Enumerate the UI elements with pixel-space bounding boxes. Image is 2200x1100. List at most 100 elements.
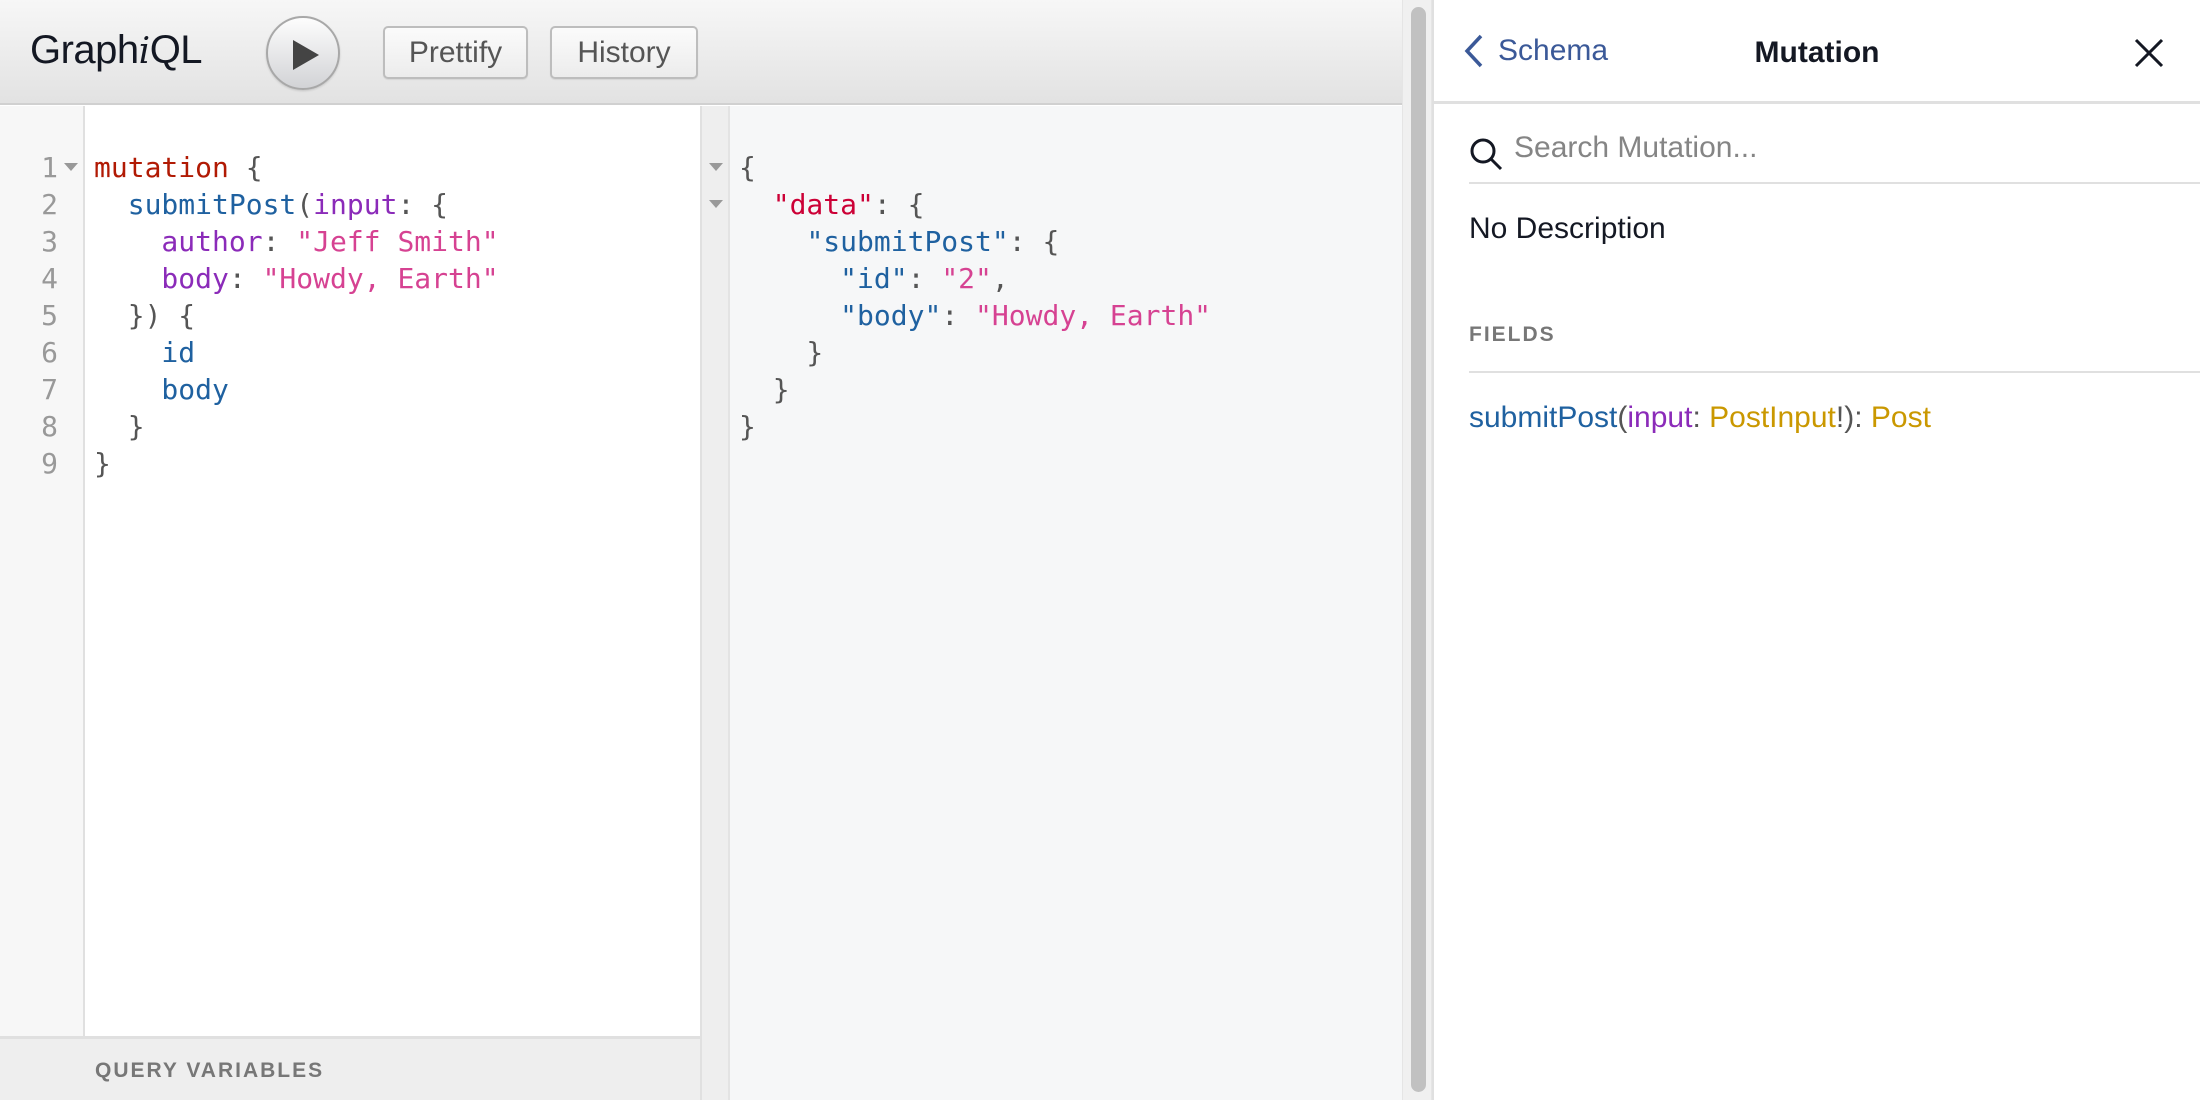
code-token: body bbox=[94, 373, 229, 406]
search-icon bbox=[1470, 138, 1503, 171]
code-token: : bbox=[907, 262, 942, 295]
code-token: } bbox=[94, 410, 145, 443]
code-line: mutation { bbox=[94, 149, 499, 186]
code-token: } bbox=[739, 410, 756, 443]
field-item: submitPost(input: PostInput!): Post bbox=[1469, 401, 1931, 435]
fields-section-title: FIELDS bbox=[1469, 323, 1556, 346]
query-variables-title[interactable]: QUERY VARIABLES bbox=[95, 1059, 324, 1083]
history-button[interactable]: History bbox=[550, 26, 698, 79]
code-token: author bbox=[94, 225, 263, 258]
code-line: body: "Howdy, Earth" bbox=[94, 260, 499, 297]
field-arg-type-link[interactable]: PostInput bbox=[1709, 401, 1836, 434]
logo-italic: i bbox=[138, 31, 151, 72]
code-token: : { bbox=[1008, 225, 1060, 258]
result-line: { bbox=[739, 149, 1211, 186]
code-token: }) { bbox=[94, 299, 196, 332]
line-number: 5 bbox=[41, 299, 58, 332]
line-number: 1 bbox=[41, 151, 58, 184]
code-token: "id" bbox=[840, 262, 908, 295]
field-return-type-link[interactable]: Post bbox=[1871, 401, 1931, 434]
code-token: "2" bbox=[941, 262, 992, 295]
docs-explorer: Schema Mutation No Description FIELDS su… bbox=[1432, 0, 2200, 1100]
line-number: 8 bbox=[41, 410, 58, 443]
docs-title: Mutation bbox=[1754, 36, 1880, 69]
code-line: submitPost(input: { bbox=[94, 186, 499, 223]
result-line: "body": "Howdy, Earth" bbox=[739, 297, 1211, 334]
code-line: id bbox=[94, 334, 499, 371]
prettify-button[interactable]: Prettify bbox=[383, 26, 528, 79]
code-token: body bbox=[94, 262, 229, 295]
field-close: ): bbox=[1844, 401, 1871, 434]
code-token: ( bbox=[296, 188, 314, 221]
field-non-null: ! bbox=[1835, 401, 1845, 434]
scrollbar[interactable] bbox=[1402, 0, 1432, 1100]
result-line: } bbox=[739, 334, 1211, 371]
field-colon: : bbox=[1692, 401, 1710, 434]
code-token: : bbox=[262, 225, 297, 258]
scrollbar-thumb[interactable] bbox=[1411, 7, 1426, 1092]
code-token: "submitPost" bbox=[806, 225, 1009, 258]
code-token: } bbox=[94, 447, 111, 480]
code-token: "Howdy, Earth" bbox=[975, 299, 1212, 332]
logo-suffix: QL bbox=[149, 28, 203, 72]
search-input[interactable] bbox=[1514, 126, 2194, 170]
code-token: { bbox=[739, 151, 756, 184]
field-paren: ( bbox=[1617, 401, 1628, 434]
query-code[interactable]: mutation { submitPost(input: { author: "… bbox=[94, 149, 499, 482]
result-line: "id": "2", bbox=[739, 260, 1211, 297]
result-line: } bbox=[739, 371, 1211, 408]
toolbar: GraphiQL Prettify History bbox=[0, 0, 1402, 105]
code-token: input bbox=[313, 188, 398, 221]
field-arg-name: input bbox=[1627, 401, 1693, 434]
fields-divider bbox=[1469, 371, 2200, 373]
code-token: "Howdy, Earth" bbox=[262, 262, 499, 295]
result-line: "data": { bbox=[739, 186, 1211, 223]
app-logo: GraphiQL bbox=[30, 28, 203, 73]
close-icon[interactable] bbox=[2134, 38, 2164, 68]
results-fold-arrows bbox=[708, 162, 724, 209]
code-token: "Jeff Smith" bbox=[296, 225, 499, 258]
line-numbers: 1 2 3 4 5 6 7 8 9 bbox=[0, 149, 58, 482]
result-line: "submitPost": { bbox=[739, 223, 1211, 260]
fold-arrow-icon[interactable] bbox=[708, 162, 724, 172]
code-token: , bbox=[991, 262, 1009, 295]
line-number: 4 bbox=[41, 262, 58, 295]
code-token: { bbox=[228, 151, 263, 184]
fold-arrow-icon[interactable] bbox=[708, 199, 724, 209]
code-token: : bbox=[228, 262, 263, 295]
code-line: } bbox=[94, 408, 499, 445]
results-code: { "data": { "submitPost": { "id": "2", "… bbox=[739, 149, 1211, 445]
code-token: : { bbox=[397, 188, 449, 221]
code-line: }) { bbox=[94, 297, 499, 334]
line-number: 9 bbox=[41, 447, 58, 480]
result-line: } bbox=[739, 408, 1211, 445]
docs-search bbox=[1469, 126, 2200, 184]
line-number: 7 bbox=[41, 373, 58, 406]
code-token: id bbox=[94, 336, 196, 369]
code-token: submitPost bbox=[94, 188, 297, 221]
line-number: 2 bbox=[41, 188, 58, 221]
code-token: } bbox=[739, 336, 824, 369]
code-token: } bbox=[739, 373, 790, 406]
play-icon bbox=[293, 40, 319, 70]
logo-prefix: Graph bbox=[30, 28, 139, 72]
code-line: author: "Jeff Smith" bbox=[94, 223, 499, 260]
field-name-link[interactable]: submitPost bbox=[1469, 401, 1617, 434]
code-line: body bbox=[94, 371, 499, 408]
query-variables-bar[interactable]: QUERY VARIABLES bbox=[0, 1036, 700, 1100]
fold-arrow-icon[interactable] bbox=[63, 162, 79, 172]
docs-header: Schema Mutation bbox=[1434, 0, 2200, 104]
line-number: 3 bbox=[41, 225, 58, 258]
code-token: : { bbox=[873, 188, 925, 221]
code-line: } bbox=[94, 445, 499, 482]
code-token: mutation bbox=[94, 151, 229, 184]
code-token: "body" bbox=[840, 299, 942, 332]
code-token: "data" bbox=[772, 188, 874, 221]
results-gutter bbox=[702, 106, 730, 1100]
execute-query-button[interactable] bbox=[266, 16, 340, 90]
line-number: 6 bbox=[41, 336, 58, 369]
